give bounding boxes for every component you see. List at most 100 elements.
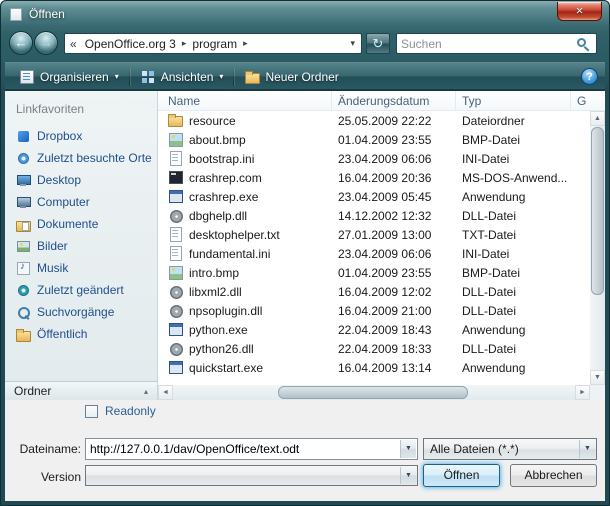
scroll-right-button[interactable]: [575, 385, 590, 400]
folders-expander[interactable]: Ordner: [5, 381, 157, 400]
file-row[interactable]: python26.dll22.04.2009 18:33DLL-Datei: [158, 339, 590, 358]
chevron-down-icon[interactable]: [400, 467, 416, 484]
file-row[interactable]: bootstrap.ini23.04.2009 06:06INI-Datei: [158, 149, 590, 168]
computer-icon: [16, 195, 31, 210]
file-row[interactable]: dbghelp.dll14.12.2002 12:32DLL-Datei: [158, 206, 590, 225]
folders-label: Ordner: [14, 384, 51, 398]
file-name: dbghelp.dll: [189, 209, 247, 223]
organize-icon: [19, 69, 35, 84]
readonly-label: Readonly: [105, 404, 156, 418]
dll-icon: [168, 284, 183, 299]
window-title: Öffnen: [29, 7, 65, 21]
recently-changed-icon: [16, 283, 31, 298]
file-name: libxml2.dll: [189, 285, 242, 299]
bottom-panel: Readonly Dateiname: Alle Dateien (*.*) V…: [5, 400, 605, 501]
file-row[interactable]: libxml2.dll16.04.2009 12:02DLL-Datei: [158, 282, 590, 301]
search-box[interactable]: [396, 33, 597, 54]
file-name: crashrep.com: [189, 171, 262, 185]
chevron-down-icon[interactable]: [400, 440, 416, 458]
filename-input[interactable]: [90, 441, 396, 457]
dropbox-icon: [16, 129, 31, 144]
horizontal-scrollbar-thumb[interactable]: [278, 386, 468, 399]
chevron-right-icon[interactable]: [240, 38, 251, 49]
file-row[interactable]: python.exe22.04.2009 18:43Anwendung: [158, 320, 590, 339]
file-name: desktophelper.txt: [189, 228, 280, 242]
sidebar-item-recently-changed[interactable]: Zuletzt geändert: [5, 279, 157, 301]
file-modified-date: 22.04.2009 18:43: [332, 323, 456, 337]
file-row[interactable]: resource25.05.2009 22:22Dateiordner: [158, 111, 590, 130]
sidebar-item-searches[interactable]: Suchvorgänge: [5, 301, 157, 323]
horizontal-scrollbar[interactable]: [158, 385, 590, 400]
ini-icon: [168, 246, 183, 261]
sidebar-item-public[interactable]: Öffentlich: [5, 323, 157, 345]
file-row[interactable]: fundamental.ini23.04.2009 06:06INI-Datei: [158, 244, 590, 263]
dll-icon: [168, 341, 183, 356]
filetype-combobox[interactable]: Alle Dateien (*.*): [423, 438, 597, 460]
chevron-right-icon[interactable]: [179, 38, 190, 49]
vertical-scrollbar-thumb[interactable]: [591, 127, 604, 295]
sidebar-item-label: Dokumente: [37, 217, 98, 231]
ini-icon: [168, 151, 183, 166]
column-header-size[interactable]: G: [571, 91, 605, 111]
file-row[interactable]: crashrep.com16.04.2009 20:36MS-DOS-Anwen…: [158, 168, 590, 187]
file-row[interactable]: npsoplugin.dll16.04.2009 21:00DLL-Datei: [158, 301, 590, 320]
sidebar-item-computer[interactable]: Computer: [5, 191, 157, 213]
organize-button[interactable]: Organisieren: [12, 66, 126, 88]
searches-icon: [16, 305, 31, 320]
titlebar[interactable]: Öffnen: [0, 0, 610, 28]
bmp-icon: [168, 265, 183, 280]
chevron-down-icon[interactable]: [579, 440, 595, 458]
column-header-type[interactable]: Typ: [456, 91, 571, 111]
sidebar-item-label: Zuletzt geändert: [37, 283, 124, 297]
cancel-button[interactable]: Abbrechen: [510, 464, 597, 487]
filename-combobox[interactable]: [85, 438, 418, 460]
sidebar-item-documents[interactable]: Dokumente: [5, 213, 157, 235]
file-name: bootstrap.ini: [189, 152, 254, 166]
open-button[interactable]: Öffnen: [423, 464, 500, 487]
breadcrumb-item-openoffice[interactable]: OpenOffice.org 3: [82, 37, 179, 51]
sidebar-item-recent-places[interactable]: Zuletzt besuchte Orte: [5, 147, 157, 169]
sidebar-item-desktop[interactable]: Desktop: [5, 169, 157, 191]
new-folder-button[interactable]: Neuer Ordner: [237, 66, 345, 88]
sidebar-item-dropbox[interactable]: Dropbox: [5, 125, 157, 147]
close-button[interactable]: [557, 2, 602, 21]
back-button[interactable]: [9, 31, 33, 55]
breadcrumb-item-program[interactable]: program: [189, 37, 240, 51]
breadcrumb-history-dropdown[interactable]: [344, 38, 361, 49]
pictures-icon: [16, 239, 31, 254]
vertical-scrollbar[interactable]: [590, 111, 605, 385]
new-folder-icon: [244, 69, 260, 84]
file-name-cell: python26.dll: [158, 341, 332, 356]
version-combobox[interactable]: [85, 465, 418, 486]
dll-icon: [168, 208, 183, 223]
file-row[interactable]: about.bmp01.04.2009 23:55BMP-Datei: [158, 130, 590, 149]
column-header-date[interactable]: Änderungsdatum: [332, 91, 456, 111]
file-row[interactable]: quickstart.exe16.04.2009 13:14Anwendung: [158, 358, 590, 377]
chevron-up-icon[interactable]: [144, 387, 148, 396]
sidebar-item-pictures[interactable]: Bilder: [5, 235, 157, 257]
file-modified-date: 16.04.2009 13:14: [332, 361, 456, 375]
file-type: INI-Datei: [456, 247, 571, 261]
breadcrumb[interactable]: OpenOffice.org 3 program: [64, 33, 362, 54]
column-header-name[interactable]: Name: [158, 91, 332, 111]
scroll-up-button[interactable]: [590, 111, 605, 126]
scroll-left-button[interactable]: [158, 385, 173, 400]
readonly-checkbox[interactable]: [85, 405, 98, 418]
file-row[interactable]: desktophelper.txt27.01.2009 13:00TXT-Dat…: [158, 225, 590, 244]
breadcrumb-overflow-chevron-icon[interactable]: [65, 37, 82, 51]
window-icon: [10, 8, 22, 21]
toolbar-separator: [233, 68, 234, 86]
search-input[interactable]: [401, 35, 569, 52]
file-modified-date: 16.04.2009 21:00: [332, 304, 456, 318]
sidebar-item-music[interactable]: Musik: [5, 257, 157, 279]
file-list-body: resource25.05.2009 22:22Dateiordnerabout…: [158, 111, 590, 385]
forward-button[interactable]: [34, 31, 58, 55]
refresh-button[interactable]: [366, 33, 390, 54]
views-button[interactable]: Ansichten: [133, 66, 231, 88]
sidebar-item-label: Zuletzt besuchte Orte: [37, 151, 152, 165]
file-row[interactable]: crashrep.exe23.04.2009 05:45Anwendung: [158, 187, 590, 206]
help-button[interactable]: [581, 68, 598, 85]
file-type: DLL-Datei: [456, 304, 571, 318]
scroll-down-button[interactable]: [590, 370, 605, 385]
file-row[interactable]: intro.bmp01.04.2009 23:55BMP-Datei: [158, 263, 590, 282]
